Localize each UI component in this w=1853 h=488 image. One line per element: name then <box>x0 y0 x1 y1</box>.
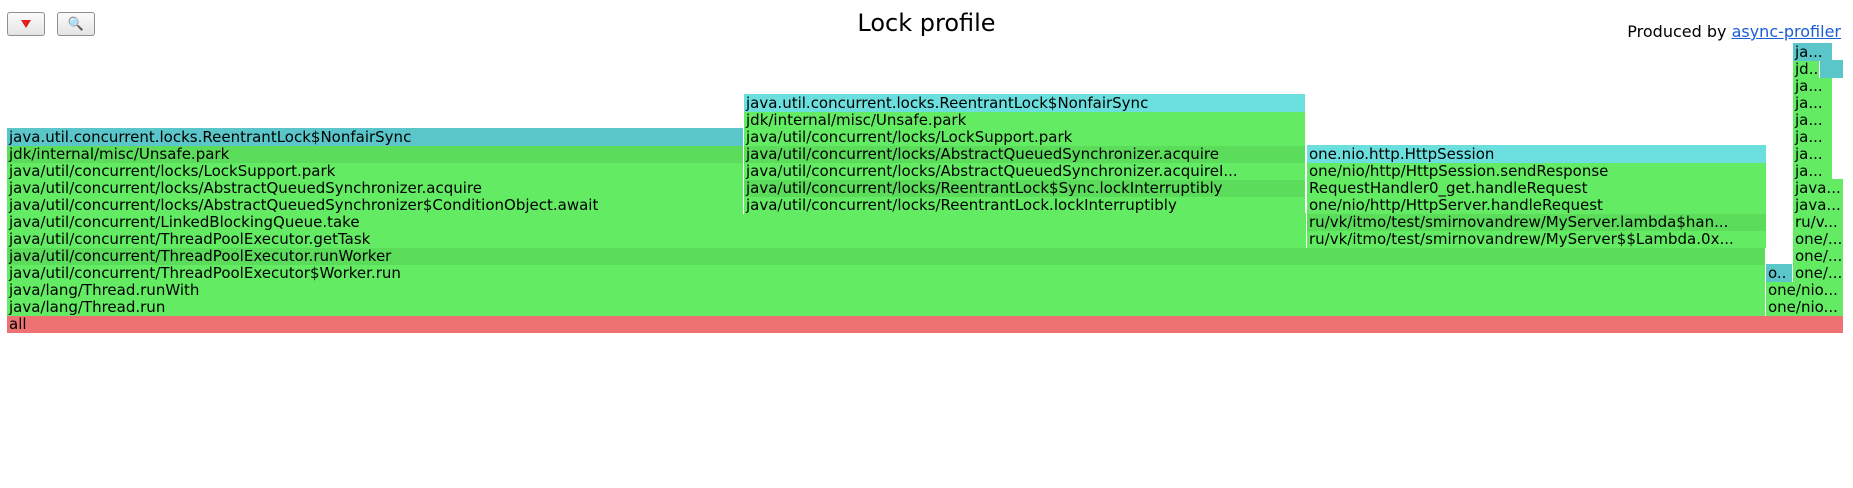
flame-frame[interactable]: ja... <box>1792 144 1832 163</box>
flame-frame[interactable]: java/util/concurrent/ThreadPoolExecutor$… <box>6 263 1765 282</box>
flame-frame[interactable]: one/... <box>1792 229 1843 248</box>
flame-frame[interactable]: java.util.concurrent.locks.ReentrantLock… <box>6 127 743 146</box>
flame-frame[interactable]: java/util/concurrent/ThreadPoolExecutor.… <box>6 246 1765 265</box>
flame-frame[interactable]: one/... <box>1792 263 1843 282</box>
flame-frame[interactable]: java/util/concurrent/locks/AbstractQueue… <box>6 178 743 197</box>
flame-frame[interactable]: ru/vk/itmo/test/smirnovandrew/MyServer$$… <box>1306 229 1766 248</box>
flame-frame[interactable]: ja... <box>1792 76 1832 95</box>
flame-frame[interactable]: java... <box>1792 178 1843 197</box>
flame-frame[interactable]: java/util/concurrent/ThreadPoolExecutor.… <box>6 229 1306 248</box>
flame-frame[interactable]: jdk/internal/misc/Unsafe.park <box>743 110 1305 129</box>
flame-frame[interactable]: java/lang/Thread.runWith <box>6 280 1765 299</box>
flame-frame[interactable]: one/nio... <box>1765 297 1843 316</box>
flame-frame[interactable]: one/nio... <box>1765 280 1843 299</box>
flame-frame[interactable]: ru/vk/itmo/test/smirnovandrew/MyServer.l… <box>1306 212 1766 231</box>
flame-frame[interactable]: java/util/concurrent/locks/LockSupport.p… <box>6 161 743 180</box>
flame-frame[interactable]: java/util/concurrent/locks/LockSupport.p… <box>743 127 1305 146</box>
flame-frame[interactable]: java/util/concurrent/locks/ReentrantLock… <box>743 195 1305 214</box>
flame-graph: all java/lang/Thread.run one/nio... java/la… <box>0 0 1853 488</box>
flame-frame[interactable]: ru/v... <box>1792 212 1843 231</box>
flame-frame[interactable]: java.util.concurrent.locks.ReentrantLock… <box>743 93 1305 112</box>
flame-frame[interactable]: all <box>6 314 1843 333</box>
flame-frame[interactable]: java/util/concurrent/LinkedBlockingQueue… <box>6 212 1306 231</box>
flame-frame[interactable]: java/lang/Thread.run <box>6 297 1765 316</box>
flame-frame[interactable]: java/util/concurrent/locks/AbstractQueue… <box>743 161 1305 180</box>
flame-frame[interactable]: ja... <box>1792 110 1832 129</box>
flame-frame[interactable]: o.. <box>1765 263 1792 282</box>
flame-frame[interactable]: ja... <box>1792 127 1832 146</box>
flame-frame[interactable]: RequestHandler0_get.handleRequest <box>1306 178 1766 197</box>
flame-frame[interactable]: one/nio/http/HttpServer.handleRequest <box>1306 195 1766 214</box>
flame-frame[interactable]: ja... <box>1792 161 1832 180</box>
flame-frame[interactable]: java/util/concurrent/locks/AbstractQueue… <box>6 195 743 214</box>
flame-frame[interactable] <box>1819 59 1843 78</box>
flame-frame[interactable]: one.nio.http.HttpSession <box>1306 144 1766 163</box>
flame-frame[interactable]: one/nio/http/HttpSession.sendResponse <box>1306 161 1766 180</box>
flame-frame[interactable]: java/util/concurrent/locks/ReentrantLock… <box>743 178 1305 197</box>
flame-frame[interactable]: ja... <box>1792 42 1832 61</box>
flame-frame[interactable]: one/... <box>1792 246 1843 265</box>
flame-frame[interactable]: jdk/internal/misc/Unsafe.park <box>6 144 743 163</box>
flame-frame[interactable]: java... <box>1792 195 1843 214</box>
flame-frame[interactable]: java/util/concurrent/locks/AbstractQueue… <box>743 144 1305 163</box>
flame-frame[interactable]: ja... <box>1792 93 1832 112</box>
